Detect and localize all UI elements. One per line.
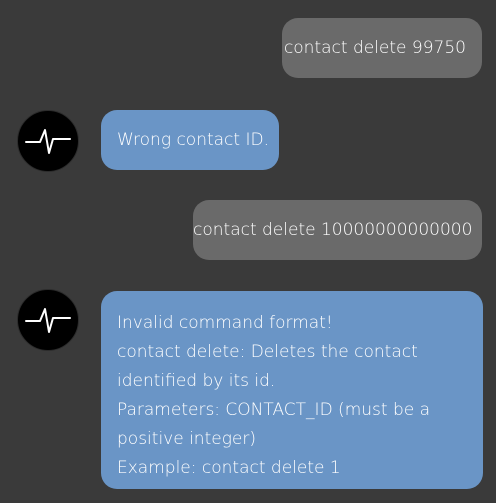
chat-window: contact delete 99750 Wrong contact ID. c…	[0, 0, 496, 503]
bot-message-line: positive integer)	[117, 429, 256, 449]
bot-message-text: Wrong contact ID.	[117, 130, 269, 150]
bot-avatar	[17, 289, 79, 351]
user-message-bubble: contact delete 99750	[282, 18, 482, 78]
bot-message-line: contact delete: Deletes the contact	[117, 342, 418, 362]
bot-avatar	[17, 110, 79, 172]
user-message-bubble: contact delete 10000000000000	[193, 200, 482, 260]
user-message-text: contact delete 10000000000000	[193, 220, 473, 240]
bot-message-line: Invalid command format!	[117, 313, 333, 333]
user-message-text: contact delete 99750	[283, 38, 466, 58]
bot-message-bubble: Wrong contact ID.	[101, 110, 279, 170]
bot-message-line: identified by its id.	[117, 371, 276, 391]
heartbeat-pulse-icon	[25, 129, 71, 154]
bot-message-bubble: Invalid command format! contact delete: …	[101, 291, 483, 489]
bot-message-line: Parameters: CONTACT_ID (must be a	[117, 400, 431, 420]
heartbeat-pulse-icon	[25, 308, 71, 333]
bot-message-line: Example: contact delete 1	[117, 458, 341, 478]
